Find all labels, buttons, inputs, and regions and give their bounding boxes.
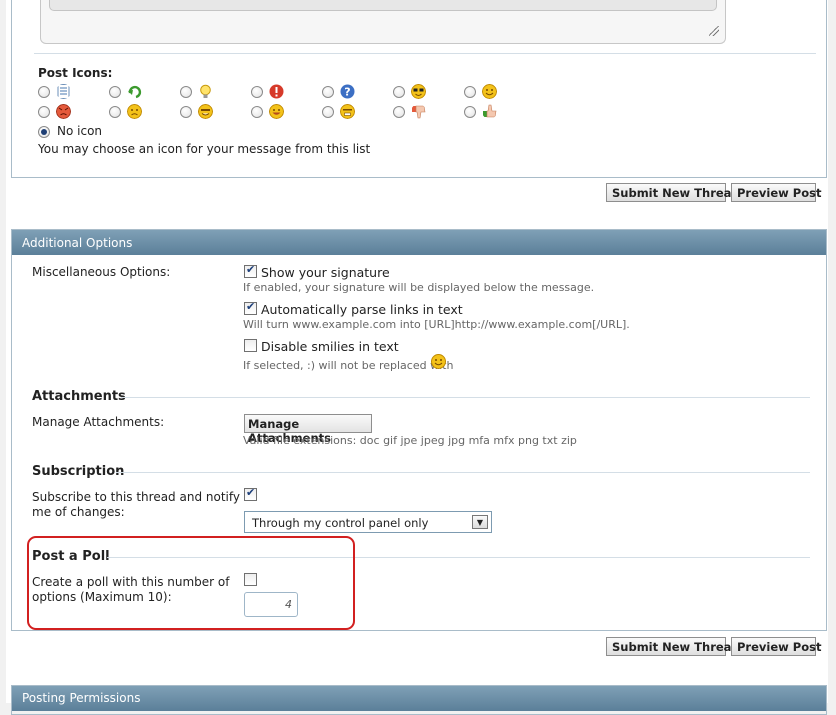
disable-smilies-label: Disable smilies in text (261, 339, 399, 354)
submit-new-thread-button[interactable]: Submit New Thread (606, 183, 740, 202)
show-signature-desc: If enabled, your signature will be displ… (243, 281, 595, 294)
show-signature-label: Show your signature (261, 265, 390, 280)
post-icon-option-embarrassed[interactable] (322, 104, 362, 122)
radio-button[interactable] (251, 86, 263, 98)
post-icons-title: Post Icons: (38, 66, 113, 80)
frown-icon (127, 104, 142, 119)
panel-header: Additional Options (12, 230, 826, 255)
subscribe-label-line1: Subscribe to this thread and notify (32, 490, 240, 504)
exclamation-icon (269, 84, 284, 99)
document-icon (57, 84, 70, 99)
subscribe-label-line2: me of changes: (32, 505, 125, 519)
panel-header: Posting Permissions (12, 686, 826, 711)
post-icon-option-frown[interactable] (109, 104, 149, 122)
smile-icon (482, 84, 497, 99)
radio-button[interactable] (251, 106, 263, 118)
message-textarea[interactable] (49, 0, 717, 11)
radio-button[interactable] (109, 106, 121, 118)
arrow-icon (128, 85, 142, 99)
post-icon-option-smile[interactable] (464, 84, 504, 102)
thumbs-up-icon (483, 104, 497, 118)
radio-button[interactable] (322, 86, 334, 98)
chevron-down-icon[interactable]: ▼ (472, 515, 488, 529)
message-editor (40, 0, 726, 44)
parse-links-desc: Will turn www.example.com into [URL]http… (243, 318, 630, 331)
divider (34, 53, 816, 54)
no-icon-radio[interactable] (38, 126, 50, 138)
post-icon-option-document[interactable] (38, 84, 78, 102)
embarrassed-icon (340, 104, 355, 119)
disable-smilies-checkbox[interactable] (244, 339, 257, 352)
post-icon-option-thumbs-up[interactable] (464, 104, 504, 122)
radio-button[interactable] (38, 106, 50, 118)
lightbulb-icon (200, 84, 211, 98)
angry-icon (56, 104, 71, 119)
posting-permissions-panel: Posting Permissions (11, 685, 827, 715)
radio-button[interactable] (180, 86, 192, 98)
parse-links-label: Automatically parse links in text (261, 302, 463, 317)
svg-text:?: ? (344, 86, 350, 99)
radio-button[interactable] (464, 86, 476, 98)
page: Post Icons: ? No icon You may choose an … (6, 0, 828, 715)
disable-smilies-desc: If selected, :) will not be replaced wit… (243, 359, 454, 372)
radio-button[interactable] (393, 106, 405, 118)
resize-grip-icon[interactable] (709, 26, 719, 36)
radio-button[interactable] (464, 106, 476, 118)
divider (116, 472, 810, 473)
no-icon-label: No icon (57, 124, 103, 138)
post-icon-option-big-grin[interactable] (251, 104, 291, 122)
divider (121, 397, 810, 398)
parse-links-checkbox[interactable] (244, 300, 257, 315)
subscription-mode-value: Through my control panel only (252, 516, 429, 530)
message-panel: Post Icons: ? No icon You may choose an … (11, 0, 827, 178)
post-icon-option-thumbs-down[interactable] (393, 104, 433, 122)
submit-new-thread-button[interactable]: Submit New Thread (606, 637, 740, 656)
post-icon-option-angry[interactable] (38, 104, 78, 122)
post-icon-option-lightbulb[interactable] (180, 84, 220, 102)
post-icons-help: You may choose an icon for your message … (38, 142, 371, 156)
valid-extensions-text: Valid file extensions: doc gif jpe jpeg … (243, 434, 577, 447)
preview-post-button[interactable]: Preview Post (731, 637, 821, 656)
radio-button[interactable] (109, 86, 121, 98)
post-icon-option-question[interactable]: ? (322, 84, 362, 102)
radio-button[interactable] (38, 86, 50, 98)
radio-button[interactable] (322, 106, 334, 118)
manage-attachments-label: Manage Attachments: (32, 415, 165, 429)
subscription-mode-select[interactable]: Through my control panel only ▼ (244, 511, 492, 533)
post-icon-option-redface[interactable] (180, 104, 220, 122)
big-grin-icon (269, 104, 284, 119)
manage-attachments-button[interactable]: Manage Attachments (244, 414, 372, 445)
radio-button[interactable] (180, 106, 192, 118)
post-icon-option-exclamation[interactable] (251, 84, 291, 102)
subscribe-checkbox[interactable] (244, 486, 257, 501)
redface-icon (198, 104, 213, 119)
question-icon: ? (340, 84, 355, 99)
radio-button[interactable] (393, 86, 405, 98)
post-icon-option-cool[interactable] (393, 84, 433, 102)
thumbs-down-icon (412, 105, 426, 119)
show-signature-checkbox[interactable] (244, 263, 257, 278)
preview-post-button[interactable]: Preview Post (731, 183, 821, 202)
misc-options-label: Miscellaneous Options: (32, 265, 171, 279)
subscription-title: Subscription (32, 464, 125, 479)
post-icon-option-arrow[interactable] (109, 84, 149, 102)
attachments-title: Attachments (32, 389, 126, 404)
poll-highlight-box (27, 536, 355, 630)
smile-icon (431, 354, 446, 369)
cool-icon (411, 84, 426, 99)
